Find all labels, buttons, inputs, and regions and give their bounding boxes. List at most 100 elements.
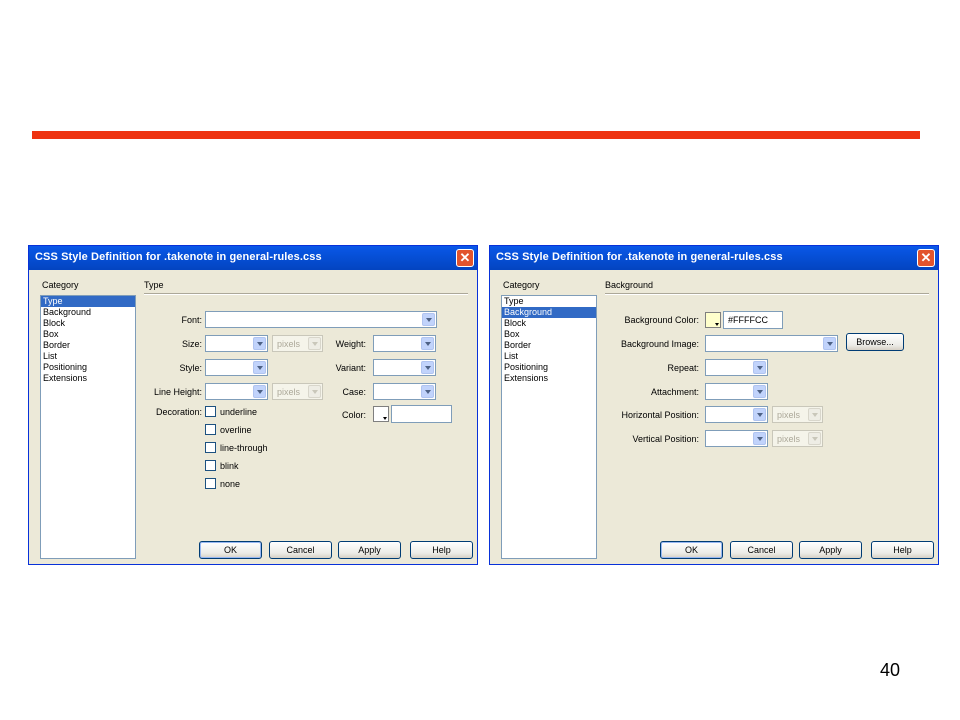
chevron-down-icon [808, 432, 821, 445]
category-item-type[interactable]: Type [41, 296, 135, 307]
ok-button[interactable]: OK [199, 541, 262, 559]
blink-checkbox[interactable] [205, 460, 216, 471]
close-button[interactable]: ✕ [917, 249, 935, 267]
blink-label: blink [220, 461, 239, 471]
dialog-title: CSS Style Definition for .takenote in ge… [35, 251, 322, 263]
category-item-box[interactable]: Box [41, 329, 135, 340]
category-item-extensions[interactable]: Extensions [41, 373, 135, 384]
chevron-down-icon [308, 385, 321, 398]
font-label: Font: [181, 315, 202, 325]
apply-button[interactable]: Apply [338, 541, 401, 559]
category-item-list[interactable]: List [41, 351, 135, 362]
size-select[interactable] [205, 335, 268, 352]
v-position-unit-select: pixels [772, 430, 823, 447]
chevron-down-icon [421, 337, 434, 350]
dialog-titlebar[interactable]: CSS Style Definition for .takenote in ge… [490, 246, 938, 270]
decoration-label: Decoration: [155, 407, 202, 417]
bg-color-picker[interactable] [705, 312, 721, 328]
close-button[interactable]: ✕ [456, 249, 474, 267]
line-height-unit-select: pixels [272, 383, 323, 400]
close-icon: ✕ [459, 250, 471, 265]
h-position-unit-select: pixels [772, 406, 823, 423]
css-style-dialog-background: CSS Style Definition for .takenote in ge… [489, 245, 939, 565]
chevron-down-icon [253, 385, 266, 398]
ok-button[interactable]: OK [660, 541, 723, 559]
apply-button[interactable]: Apply [799, 541, 862, 559]
bg-image-select[interactable] [705, 335, 838, 352]
title-underline-rule [32, 131, 920, 139]
category-item-background[interactable]: Background [502, 307, 596, 318]
bg-color-input[interactable]: #FFFFCC [723, 311, 783, 329]
style-select[interactable] [205, 359, 268, 376]
attachment-select[interactable] [705, 383, 768, 400]
line-height-label: Line Height: [153, 387, 202, 397]
line-through-checkbox[interactable] [205, 442, 216, 453]
underline-checkbox[interactable] [205, 406, 216, 417]
chevron-down-icon [753, 432, 766, 445]
category-list[interactable]: Type Background Block Box Border List Po… [501, 295, 597, 559]
category-item-border[interactable]: Border [41, 340, 135, 351]
color-label: Color: [341, 410, 366, 420]
chevron-down-icon [753, 361, 766, 374]
bg-image-label: Background Image: [620, 339, 699, 349]
css-style-dialog-type: CSS Style Definition for .takenote in ge… [28, 245, 478, 565]
chevron-down-icon [422, 313, 435, 326]
browse-button[interactable]: Browse... [846, 333, 904, 351]
cancel-button[interactable]: Cancel [269, 541, 332, 559]
weight-label: Weight: [335, 339, 366, 349]
chevron-down-icon [253, 361, 266, 374]
weight-select[interactable] [373, 335, 436, 352]
category-item-block[interactable]: Block [41, 318, 135, 329]
size-label: Size: [181, 339, 202, 349]
style-label: Style: [179, 363, 202, 373]
case-label: Case: [342, 387, 366, 397]
dialog-body: Category Type Background Block Box Borde… [493, 270, 935, 561]
category-item-box[interactable]: Box [502, 329, 596, 340]
category-item-type[interactable]: Type [502, 296, 596, 307]
dialog-titlebar[interactable]: CSS Style Definition for .takenote in ge… [29, 246, 477, 270]
chevron-down-icon [715, 323, 719, 326]
v-position-label: Vertical Position: [632, 434, 699, 444]
line-through-label: line-through [220, 443, 268, 453]
panel-title: Type [144, 280, 164, 290]
h-position-select[interactable] [705, 406, 768, 423]
category-item-positioning[interactable]: Positioning [41, 362, 135, 373]
panel-title: Background [605, 280, 654, 290]
chevron-down-icon [808, 408, 821, 421]
dialog-title: CSS Style Definition for .takenote in ge… [496, 251, 783, 263]
page-number: 40 [880, 660, 901, 680]
variant-select[interactable] [373, 359, 436, 376]
none-checkbox[interactable] [205, 478, 216, 489]
repeat-select[interactable] [705, 359, 768, 376]
repeat-label: Repeat: [667, 363, 699, 373]
attachment-label: Attachment: [650, 387, 699, 397]
overline-checkbox[interactable] [205, 424, 216, 435]
color-input[interactable] [391, 405, 452, 423]
color-picker[interactable] [373, 406, 389, 422]
overline-label: overline [220, 425, 252, 435]
chevron-down-icon [253, 337, 266, 350]
category-item-border[interactable]: Border [502, 340, 596, 351]
line-height-select[interactable] [205, 383, 268, 400]
category-list[interactable]: Type Background Block Box Border List Po… [40, 295, 136, 559]
case-select[interactable] [373, 383, 436, 400]
underline-label: underline [220, 407, 258, 417]
h-position-label: Horizontal Position: [621, 410, 699, 420]
help-button[interactable]: Help [871, 541, 934, 559]
category-item-positioning[interactable]: Positioning [502, 362, 596, 373]
panel-divider [605, 293, 929, 295]
chevron-down-icon [753, 408, 766, 421]
chevron-down-icon [421, 361, 434, 374]
variant-label: Variant: [335, 363, 366, 373]
category-item-extensions[interactable]: Extensions [502, 373, 596, 384]
bg-color-label: Background Color: [624, 315, 699, 325]
help-button[interactable]: Help [410, 541, 473, 559]
cancel-button[interactable]: Cancel [730, 541, 793, 559]
close-icon: ✕ [920, 250, 932, 265]
category-item-background[interactable]: Background [41, 307, 135, 318]
category-item-list[interactable]: List [502, 351, 596, 362]
v-position-select[interactable] [705, 430, 768, 447]
category-item-block[interactable]: Block [502, 318, 596, 329]
dialog-body: Category Type Background Block Box Borde… [32, 270, 474, 561]
font-select[interactable] [205, 311, 437, 328]
